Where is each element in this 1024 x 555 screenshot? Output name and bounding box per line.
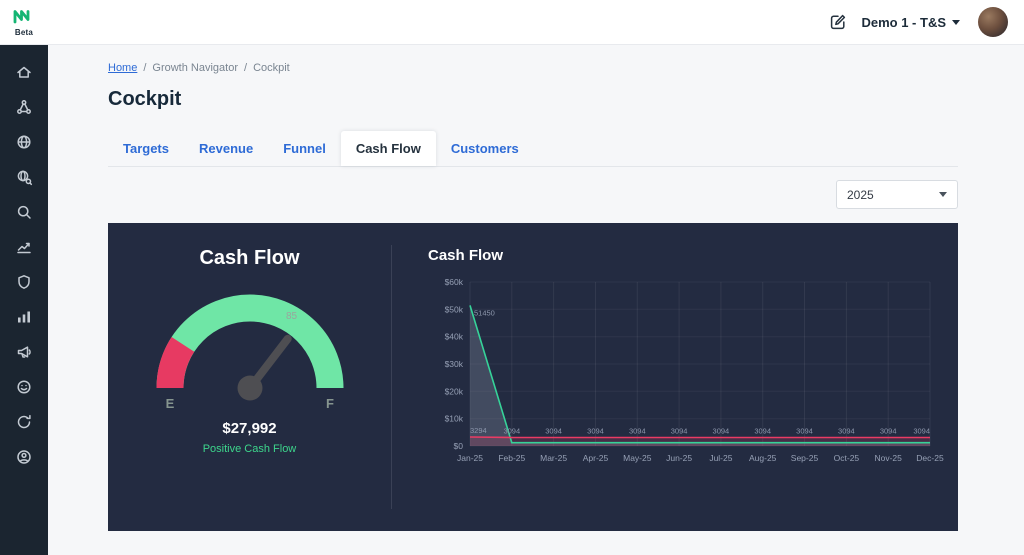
sidebar-item-home[interactable] [10, 64, 38, 84]
sidebar-item-analytics[interactable] [10, 239, 38, 259]
tab-bar: TargetsRevenueFunnelCash FlowCustomers [108, 131, 958, 167]
breadcrumb-item-home[interactable]: Home [108, 62, 137, 74]
user-icon [15, 448, 33, 471]
svg-text:Jul-25: Jul-25 [709, 453, 732, 463]
avatar[interactable] [978, 7, 1008, 37]
app-logo: Beta [0, 7, 48, 37]
breadcrumb-separator: / [244, 62, 247, 74]
sidebar-item-globe[interactable] [10, 134, 38, 154]
svg-text:$0: $0 [454, 441, 464, 451]
svg-text:3094: 3094 [713, 427, 730, 436]
svg-text:3094: 3094 [796, 427, 813, 436]
svg-text:$10k: $10k [445, 414, 464, 424]
svg-text:Sep-25: Sep-25 [791, 453, 819, 463]
edit-icon[interactable] [827, 11, 849, 33]
sidebar-item-globe-search[interactable] [10, 169, 38, 189]
svg-text:Oct-25: Oct-25 [834, 453, 860, 463]
search-icon [15, 203, 33, 226]
svg-text:Jan-25: Jan-25 [457, 453, 483, 463]
tab-revenue[interactable]: Revenue [184, 131, 268, 166]
smiley-icon [15, 378, 33, 401]
svg-text:3094: 3094 [629, 427, 646, 436]
tab-funnel[interactable]: Funnel [268, 131, 341, 166]
chevron-down-icon [939, 192, 947, 197]
breadcrumb: Home / Growth Navigator / Cockpit [108, 62, 958, 74]
gauge-amount: $27,992 [222, 420, 276, 437]
analytics-icon [15, 238, 33, 261]
svg-text:Jun-25: Jun-25 [666, 453, 692, 463]
tab-customers[interactable]: Customers [436, 131, 534, 166]
workspace-label: Demo 1 - T&S [861, 15, 946, 30]
network-icon [15, 98, 33, 121]
filter-row: 2025 [108, 180, 958, 209]
year-select-value: 2025 [847, 188, 874, 202]
sidebar-item-smiley[interactable] [10, 379, 38, 399]
sync-icon [15, 413, 33, 436]
bar-chart-icon [15, 308, 33, 331]
megaphone-icon [15, 343, 33, 366]
breadcrumb-separator: / [143, 62, 146, 74]
svg-text:3094: 3094 [754, 427, 771, 436]
sidebar-item-sync[interactable] [10, 414, 38, 434]
svg-text:3094: 3094 [913, 427, 930, 436]
svg-text:3094: 3094 [545, 427, 562, 436]
chart-title: Cash Flow [428, 247, 958, 264]
svg-text:3094: 3094 [503, 427, 520, 436]
svg-text:May-25: May-25 [623, 453, 652, 463]
cash-flow-chart: $0 $10k $20k $30k $40k $50k $60k Jan-25 Feb-25 Ma… [428, 270, 950, 470]
gauge-title: Cash Flow [199, 247, 299, 270]
side-navigation [0, 44, 48, 555]
sidebar-item-search[interactable] [10, 204, 38, 224]
svg-text:$60k: $60k [445, 277, 464, 287]
globe-icon [15, 133, 33, 156]
svg-text:Nov-25: Nov-25 [874, 453, 902, 463]
globe-search-icon [15, 168, 33, 191]
breadcrumb-item-cockpit: Cockpit [253, 62, 290, 74]
chart-panel: Cash Flow $0 $10k $20k $30k $40k $50k $60k Jan-… [392, 223, 958, 531]
sidebar-item-network[interactable] [10, 99, 38, 119]
svg-text:Feb-25: Feb-25 [498, 453, 525, 463]
logo-mark-icon [12, 9, 36, 29]
svg-text:85: 85 [286, 311, 298, 322]
svg-text:$40k: $40k [445, 332, 464, 342]
gauge-status: Positive Cash Flow [203, 443, 297, 455]
svg-text:Apr-25: Apr-25 [583, 453, 609, 463]
caret-down-icon [952, 20, 960, 25]
home-icon [15, 63, 33, 86]
workspace-switcher[interactable]: Demo 1 - T&S [861, 15, 960, 30]
svg-text:3094: 3094 [880, 427, 897, 436]
svg-text:3094: 3094 [838, 427, 855, 436]
sidebar-item-megaphone[interactable] [10, 344, 38, 364]
tab-cash-flow[interactable]: Cash Flow [341, 131, 436, 166]
sidebar-item-shield[interactable] [10, 274, 38, 294]
svg-text:51450: 51450 [474, 308, 495, 317]
svg-text:3094: 3094 [671, 427, 688, 436]
svg-text:E: E [165, 396, 174, 411]
svg-text:$30k: $30k [445, 359, 464, 369]
svg-text:Dec-25: Dec-25 [916, 453, 944, 463]
main-content: Home / Growth Navigator / Cockpit Cockpit Ta… [48, 44, 1024, 555]
svg-text:3294: 3294 [470, 426, 487, 435]
tab-targets[interactable]: Targets [108, 131, 184, 166]
top-bar: Beta Demo 1 - T&S [0, 0, 1024, 45]
svg-text:$50k: $50k [445, 304, 464, 314]
svg-text:Aug-25: Aug-25 [749, 453, 777, 463]
svg-text:3094: 3094 [587, 427, 604, 436]
year-select[interactable]: 2025 [836, 180, 958, 209]
breadcrumb-item-growth-navigator: Growth Navigator [152, 62, 238, 74]
svg-text:Mar-25: Mar-25 [540, 453, 567, 463]
sidebar-item-user[interactable] [10, 449, 38, 469]
page-title: Cockpit [108, 88, 958, 111]
brand-label: Beta [15, 28, 33, 37]
svg-text:$20k: $20k [445, 386, 464, 396]
cash-flow-gauge: 85 E F [125, 270, 375, 420]
svg-text:F: F [326, 396, 334, 411]
shield-icon [15, 273, 33, 296]
cash-flow-card: Cash Flow 85 E F $27,992 Positive Cash Flo… [108, 223, 958, 531]
gauge-panel: Cash Flow 85 E F $27,992 Positive Cash Flo… [108, 223, 391, 531]
sidebar-item-bar-chart[interactable] [10, 309, 38, 329]
